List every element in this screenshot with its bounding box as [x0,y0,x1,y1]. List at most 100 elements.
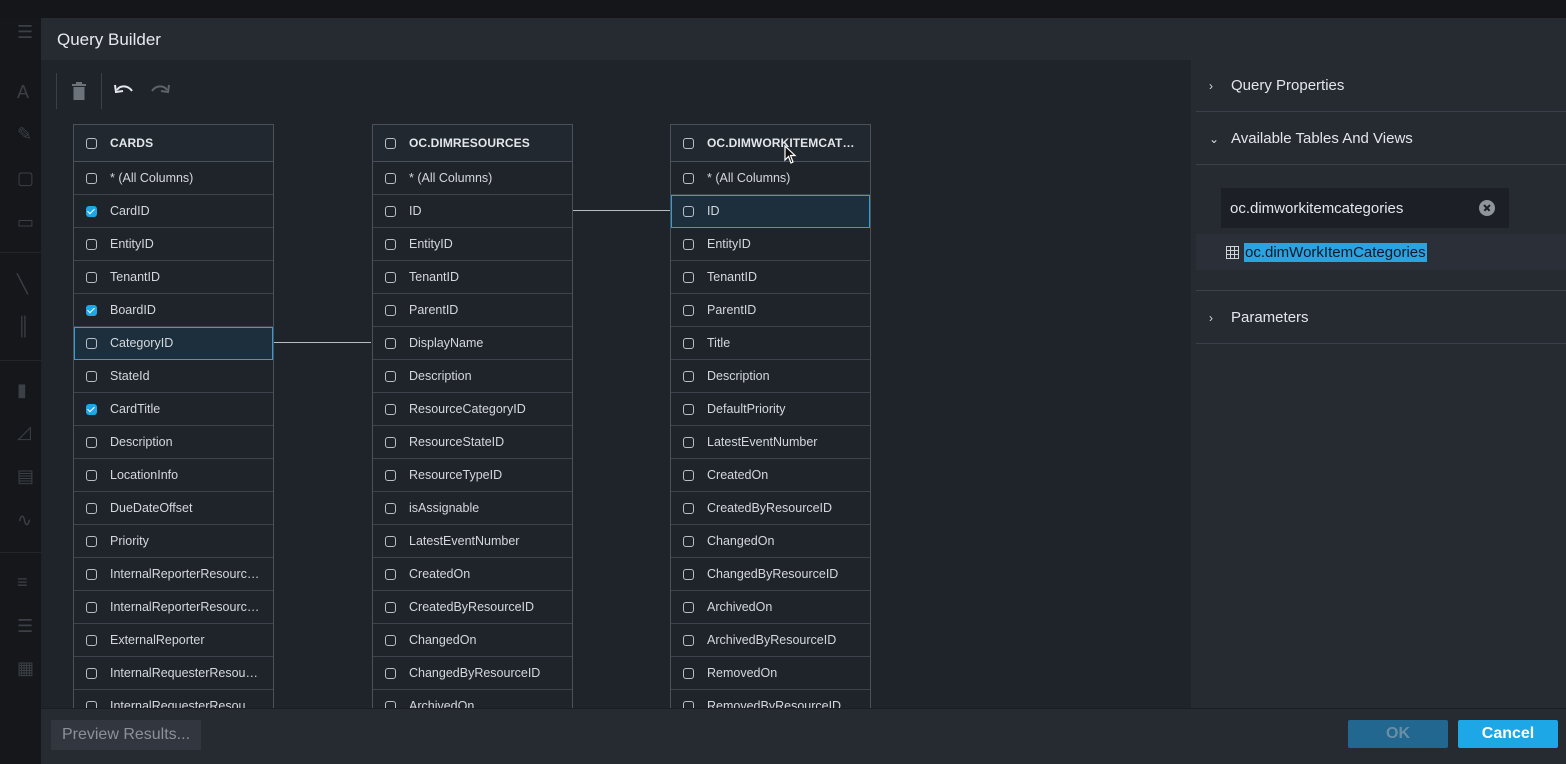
table-select-checkbox[interactable] [683,137,694,149]
column-row[interactable]: StateId [74,360,273,393]
column-checkbox[interactable] [683,700,694,708]
table-header[interactable]: OC.DIMRESOURCES [373,125,572,162]
column-checkbox[interactable] [683,271,694,283]
parameters-section[interactable]: › Parameters [1196,292,1566,344]
column-checkbox[interactable] [385,304,396,316]
column-checkbox[interactable] [683,601,694,613]
column-row[interactable]: ArchivedOn [373,690,572,708]
column-row[interactable]: CardTitle [74,393,273,426]
column-checkbox[interactable] [385,436,396,448]
column-checkbox[interactable] [385,667,396,679]
barcode-icon[interactable]: ║ [17,316,39,336]
table-box[interactable]: OC.DIMWORKITEMCATEGO... * (All Columns) ID… [670,124,871,708]
column-checkbox[interactable] [683,337,694,349]
column-checkbox[interactable] [683,403,694,415]
column-checkbox[interactable] [385,205,396,217]
column-checkbox[interactable] [86,403,97,415]
column-checkbox[interactable] [86,667,97,679]
delete-button[interactable] [61,73,97,109]
column-row[interactable]: ResourceStateID [373,426,572,459]
signature-icon[interactable]: ∿ [17,510,39,530]
clipboard-icon[interactable]: ▤ [17,466,39,486]
column-row[interactable]: InternalReporterResourceC... [74,591,273,624]
column-checkbox[interactable] [385,601,396,613]
preview-results-button[interactable]: Preview Results... [51,720,201,750]
column-checkbox[interactable] [385,238,396,250]
column-checkbox[interactable] [683,535,694,547]
column-checkbox[interactable] [385,370,396,382]
column-checkbox[interactable] [385,568,396,580]
column-checkbox[interactable] [683,205,694,217]
column-checkbox[interactable] [86,436,97,448]
grid-icon[interactable]: ▦ [17,658,39,678]
menu-icon[interactable]: ☰ [17,22,39,42]
available-tables-section[interactable]: ⌄ Available Tables And Views [1196,113,1566,165]
column-checkbox[interactable] [86,304,97,316]
column-checkbox[interactable] [385,535,396,547]
column-row[interactable]: InternalRequesterResource... [74,690,273,708]
column-row[interactable]: ID [373,195,572,228]
column-checkbox[interactable] [86,172,97,184]
text-icon[interactable]: A [17,82,39,102]
column-row[interactable]: isAssignable [373,492,572,525]
line-chart-icon[interactable]: ◿ [17,422,39,442]
column-row[interactable]: * (All Columns) [671,162,870,195]
search-result-item[interactable]: oc.dimWorkItemCategories [1196,234,1566,270]
column-row[interactable]: RemovedOn [671,657,870,690]
join-line-categoryid[interactable] [273,342,371,343]
column-row[interactable]: DueDateOffset [74,492,273,525]
column-checkbox[interactable] [385,337,396,349]
column-checkbox[interactable] [683,502,694,514]
column-checkbox[interactable] [86,370,97,382]
column-row[interactable]: ChangedOn [671,525,870,558]
column-row[interactable]: CreatedOn [373,558,572,591]
list-icon[interactable]: ≡ [17,572,39,592]
query-properties-section[interactable]: › Query Properties [1196,60,1566,112]
table-header[interactable]: CARDS [74,125,273,162]
column-row[interactable]: CreatedByResourceID [671,492,870,525]
column-checkbox[interactable] [683,436,694,448]
column-checkbox[interactable] [683,370,694,382]
column-row[interactable]: DefaultPriority [671,393,870,426]
table-select-checkbox[interactable] [385,137,396,149]
cancel-button[interactable]: Cancel [1458,720,1558,748]
ok-button[interactable]: OK [1348,720,1448,748]
column-row[interactable]: CreatedOn [671,459,870,492]
column-checkbox[interactable] [86,634,97,646]
column-row[interactable]: TenantID [373,261,572,294]
column-checkbox[interactable] [683,304,694,316]
column-checkbox[interactable] [385,502,396,514]
column-row[interactable]: ParentID [671,294,870,327]
table-icon[interactable]: ☰ [17,616,39,636]
column-row[interactable]: InternalRequesterResource... [74,657,273,690]
column-row[interactable]: InternalReporterResourceID [74,558,273,591]
column-row[interactable]: ResourceTypeID [373,459,572,492]
column-row[interactable]: ID [671,195,870,228]
table-box[interactable]: OC.DIMRESOURCES * (All Columns) ID EntityID… [372,124,573,708]
column-row[interactable]: * (All Columns) [373,162,572,195]
column-row[interactable]: EntityID [74,228,273,261]
column-checkbox[interactable] [385,172,396,184]
column-checkbox[interactable] [86,238,97,250]
column-checkbox[interactable] [683,634,694,646]
column-row[interactable]: LocationInfo [74,459,273,492]
column-row[interactable]: TenantID [671,261,870,294]
column-row[interactable]: EntityID [373,228,572,261]
column-checkbox[interactable] [385,271,396,283]
table-box[interactable]: CARDS * (All Columns) CardID EntityID Tenant… [73,124,274,708]
table-search-input[interactable]: oc.dimworkitemcategories [1221,188,1509,228]
column-checkbox[interactable] [683,238,694,250]
column-row[interactable]: LatestEventNumber [671,426,870,459]
column-checkbox[interactable] [683,172,694,184]
textbox-icon[interactable]: ▭ [17,212,39,232]
rectangle-icon[interactable]: ▢ [17,168,39,188]
column-checkbox[interactable] [86,568,97,580]
column-checkbox[interactable] [86,271,97,283]
column-row[interactable]: LatestEventNumber [373,525,572,558]
query-canvas[interactable]: CARDS * (All Columns) CardID EntityID Tenant… [41,60,1191,708]
column-checkbox[interactable] [385,634,396,646]
column-row[interactable]: BoardID [74,294,273,327]
column-row[interactable]: CreatedByResourceID [373,591,572,624]
column-row[interactable]: ResourceCategoryID [373,393,572,426]
edit-icon[interactable]: ✎ [17,124,39,144]
